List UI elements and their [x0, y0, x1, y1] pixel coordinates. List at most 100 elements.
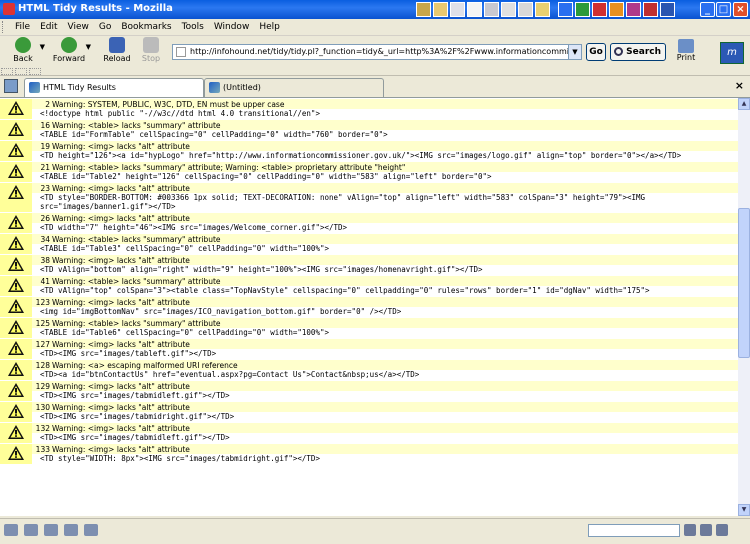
tab-bar: HTML Tidy Results (Untitled) × [0, 76, 750, 98]
chat-icon[interactable] [84, 524, 98, 536]
line-number: 21 [40, 163, 50, 172]
source-code-line: <TD><IMG src="images/tableft.gif"></TD> [32, 349, 738, 359]
menu-bookmarks[interactable]: Bookmarks [116, 22, 176, 32]
warning-icon [0, 99, 32, 119]
menu-tools[interactable]: Tools [177, 22, 209, 32]
quicklaunch-icon[interactable] [501, 2, 516, 17]
quicklaunch-icon[interactable] [416, 2, 431, 17]
back-arrow-icon [15, 37, 31, 53]
url-field[interactable]: http://infohound.net/tidy/tidy.pl?_funct… [172, 44, 582, 60]
quicklaunch-icon[interactable] [467, 2, 482, 17]
toolbar-grip[interactable] [1, 68, 13, 75]
print-button[interactable]: Print [672, 37, 700, 63]
lock-icon[interactable] [716, 524, 728, 536]
close-tab-icon[interactable]: × [735, 79, 744, 92]
toolbar-grip[interactable] [15, 68, 27, 75]
warning-message: 41 Warning: <table> lacks "summary" attri… [32, 276, 738, 286]
close-button[interactable]: × [733, 2, 748, 17]
line-number: 23 [40, 184, 50, 193]
online-status-icon[interactable] [684, 524, 696, 536]
new-tab-icon[interactable] [4, 79, 18, 93]
title-bar: HTML Tidy Results - Mozilla _ □ × [0, 0, 750, 19]
warning-message: 16 Warning: <table> lacks "summary" attri… [32, 120, 738, 130]
warning-row: 23 Warning: <img> lacks "alt" attribute <T… [0, 182, 738, 212]
quicklaunch-icon[interactable] [484, 2, 499, 17]
quicklaunch-icon[interactable] [609, 2, 624, 17]
forward-button[interactable]: Forward ▼ [52, 37, 91, 65]
warning-message: 125 Warning: <table> lacks "summary" attr… [32, 318, 738, 328]
source-code-line: <TD><a id="btnContactUs" href="eventual.… [32, 370, 738, 380]
warning-row: 127 Warning: <img> lacks "alt" attribute <… [0, 338, 738, 359]
url-dropdown-icon[interactable]: ▼ [568, 45, 581, 59]
warning-message: 21 Warning: <table> lacks "summary" attri… [32, 162, 738, 172]
source-code-line: <!doctype html public "-//w3c//dtd html … [32, 109, 738, 119]
scroll-up-icon[interactable]: ▲ [738, 98, 750, 110]
warning-text: Warning: <table> lacks "summary" attribu… [52, 163, 406, 172]
reload-button[interactable]: Reload [100, 37, 134, 65]
maximize-button[interactable]: □ [716, 2, 731, 17]
quicklaunch-icon[interactable] [433, 2, 448, 17]
warning-row: 130 Warning: <img> lacks "alt" attribute <… [0, 401, 738, 422]
toolbar-grip[interactable] [29, 68, 41, 75]
line-number: 125 [35, 319, 50, 328]
menu-view[interactable]: View [63, 22, 94, 32]
security-icon[interactable] [700, 524, 712, 536]
status-progress-field [588, 524, 680, 537]
quicklaunch-icon[interactable] [535, 2, 550, 17]
minimize-button[interactable]: _ [700, 2, 715, 17]
magnifier-icon [614, 47, 623, 56]
warning-row: 38 Warning: <img> lacks "alt" attribute <T… [0, 254, 738, 275]
quicklaunch-icon[interactable] [592, 2, 607, 17]
menu-window[interactable]: Window [209, 22, 255, 32]
quicklaunch-icon[interactable] [450, 2, 465, 17]
composer-icon[interactable] [44, 524, 58, 536]
warning-icon [0, 276, 32, 296]
source-code-line: <TABLE id="Table2" height="126" cellSpac… [32, 172, 738, 182]
mail-icon[interactable] [24, 524, 38, 536]
menu-file[interactable]: File [10, 22, 35, 32]
quicklaunch-icon[interactable] [575, 2, 590, 17]
scrollbar-thumb[interactable] [738, 208, 750, 358]
quicklaunch-icon[interactable] [518, 2, 533, 17]
tab-html-tidy-results[interactable]: HTML Tidy Results [24, 78, 204, 97]
source-code-line: <TD vAlign="top" colSpan="3"><table clas… [32, 286, 738, 296]
quicklaunch-icon[interactable] [626, 2, 641, 17]
back-button[interactable]: Back ▼ [6, 37, 45, 65]
warning-icon [0, 213, 32, 233]
warning-text: Warning: <img> lacks "alt" attribute [52, 184, 190, 193]
line-number: 123 [35, 298, 50, 307]
quicklaunch-icon[interactable] [660, 2, 675, 17]
warning-row: 2 Warning: SYSTEM, PUBLIC, W3C, DTD, EN m… [0, 98, 738, 119]
vertical-scrollbar[interactable]: ▲ ▼ [738, 98, 750, 516]
addressbook-icon[interactable] [64, 524, 78, 536]
menu-edit[interactable]: Edit [35, 22, 62, 32]
warning-row: 34 Warning: <table> lacks "summary" attri… [0, 233, 738, 254]
quicklaunch-icon[interactable] [558, 2, 573, 17]
tidy-results-content: 2 Warning: SYSTEM, PUBLIC, W3C, DTD, EN m… [0, 98, 738, 516]
warning-icon [0, 360, 32, 380]
line-number: 26 [40, 214, 50, 223]
toolbar-grip[interactable] [2, 21, 6, 33]
line-number: 130 [35, 403, 50, 412]
printer-icon [678, 39, 694, 53]
search-button[interactable]: Search [610, 43, 666, 61]
menu-go[interactable]: Go [94, 22, 116, 32]
chevron-down-icon[interactable]: ▼ [40, 43, 45, 51]
chevron-down-icon[interactable]: ▼ [86, 43, 91, 51]
line-number: 132 [35, 424, 50, 433]
menu-help[interactable]: Help [254, 22, 285, 32]
source-code-line: <TD><IMG src="images/tabmidleft.gif"></T… [32, 433, 738, 443]
warning-icon [0, 162, 32, 182]
source-code-line: <TABLE id="FormTable" cellSpacing="0" ce… [32, 130, 738, 140]
tab-untitled[interactable]: (Untitled) [204, 78, 384, 97]
go-button[interactable]: Go [586, 43, 606, 61]
quicklaunch-icon[interactable] [643, 2, 658, 17]
source-code-line: <TD width="7" height="46"><IMG src="imag… [32, 223, 738, 233]
stop-button[interactable]: Stop [134, 37, 168, 65]
navigator-icon[interactable] [4, 524, 18, 536]
personal-toolbar [0, 66, 750, 76]
mozilla-throbber-icon[interactable]: m [720, 42, 744, 64]
scroll-down-icon[interactable]: ▼ [738, 504, 750, 516]
warning-row: 128 Warning: <a> escaping malformed URI r… [0, 359, 738, 380]
warning-message: 2 Warning: SYSTEM, PUBLIC, W3C, DTD, EN m… [32, 99, 738, 109]
